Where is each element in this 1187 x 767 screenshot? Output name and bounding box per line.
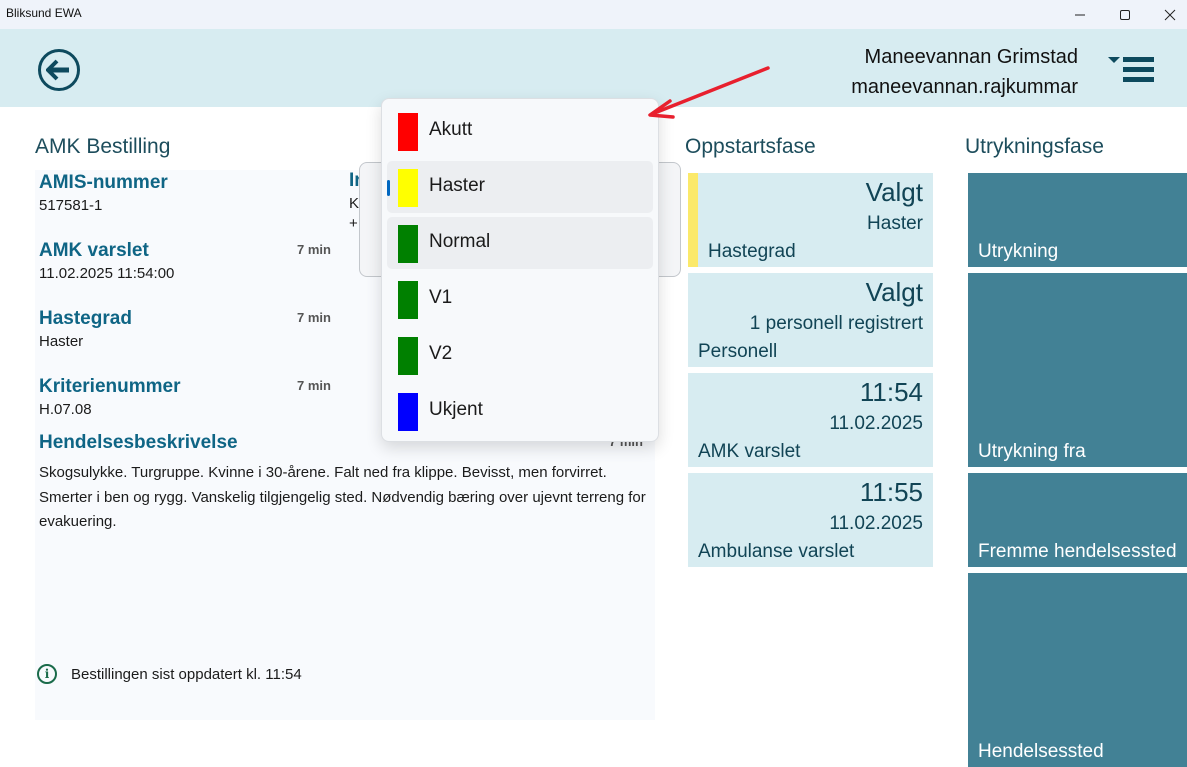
tile-date: 11.02.2025 [829, 413, 923, 434]
tile-name: Utrykning fra [978, 441, 1086, 462]
amk-section-title: AMK Bestilling [35, 135, 171, 158]
tile-name: Hendelsessted [978, 741, 1104, 762]
menu-button[interactable] [1106, 53, 1156, 85]
window-title: Bliksund EWA [6, 6, 82, 20]
field-criteria-number: Kriterienummer H.07.08 7 min [39, 376, 331, 418]
minimize-button[interactable] [1057, 0, 1103, 29]
oppstartsfase-section-title: Oppstartsfase [685, 135, 816, 158]
maximize-button[interactable] [1102, 0, 1148, 29]
field-label: Hastegrad [39, 308, 132, 329]
field-age: 7 min [297, 378, 331, 393]
arrow-left-icon [46, 59, 69, 81]
tile-detail: Haster [867, 213, 923, 234]
tile-time: 11:54 [859, 377, 923, 407]
app-header: Maneevannan Grimstad maneevannan.rajkumm… [0, 29, 1187, 107]
tile-name: Ambulanse varslet [698, 541, 855, 562]
dropdown-option-normal[interactable]: Normal [387, 217, 653, 269]
dropdown-option-ukjent[interactable]: Ukjent [387, 385, 653, 437]
utrykningsfase-section-title: Utrykningsfase [965, 135, 1104, 158]
user-login: maneevannan.rajkummar [851, 76, 1078, 98]
tile-detail: 1 personell registrert [749, 313, 923, 334]
option-label: Akutt [429, 119, 473, 140]
dropdown-option-v1[interactable]: V1 [387, 273, 653, 325]
field-age: 7 min [297, 310, 331, 325]
tile-status: Valgt [865, 177, 923, 207]
color-swatch [398, 393, 418, 431]
minimize-icon [1075, 14, 1085, 15]
field-label: Kriterienummer [39, 376, 181, 397]
option-label: V2 [429, 343, 453, 364]
urgency-dropdown-list: Akutt Haster Normal V1 V2 Ukjent [381, 98, 659, 442]
field-amk-notified: AMK varslet 11.02.2025 11:54:00 7 min [39, 240, 331, 282]
description-text: Skogsulykke. Turgruppe. Kvinne i 30-åren… [39, 464, 646, 530]
urgency-color-stripe [688, 173, 698, 267]
option-label: Ukjent [429, 399, 483, 420]
option-label: Haster [429, 175, 485, 196]
option-label: V1 [429, 287, 453, 308]
field-amis-number: AMIS-nummer 517581-1 [39, 172, 168, 214]
field-value: 517581-1 [39, 197, 103, 214]
tile-name: Hastegrad [708, 241, 796, 262]
color-swatch [398, 113, 418, 151]
tile-utrykning-fra[interactable]: Utrykning fra [968, 273, 1187, 467]
dropdown-option-v2[interactable]: V2 [387, 329, 653, 381]
field-age: 7 min [297, 242, 331, 257]
user-name: Maneevannan Grimstad [864, 46, 1078, 68]
tile-date: 11.02.2025 [829, 513, 923, 534]
last-updated-text: Bestillingen sist oppdatert kl. 11:54 [71, 665, 302, 683]
tile-ambulanse-varslet[interactable]: 11:55 11.02.2025 Ambulanse varslet [688, 473, 933, 567]
color-swatch [398, 225, 418, 263]
field-label: AMIS-nummer [39, 172, 168, 193]
tile-name: Personell [698, 341, 778, 362]
selected-indicator [387, 180, 390, 196]
dropdown-triangle-icon [1108, 57, 1120, 63]
field-value: 11.02.2025 11:54:00 [39, 265, 175, 282]
window-title-bar: Bliksund EWA [0, 0, 1187, 29]
tile-time: 11:55 [859, 477, 923, 507]
color-swatch [398, 337, 418, 375]
tile-name: Fremme hendelsessted [978, 541, 1177, 562]
hamburger-menu-icon [1123, 57, 1154, 62]
last-updated-info: i Bestillingen sist oppdatert kl. 11:54 [37, 664, 302, 684]
field-value: H.07.08 [39, 401, 92, 418]
dropdown-option-akutt[interactable]: Akutt [387, 105, 653, 157]
color-swatch [398, 169, 418, 207]
field-value: Haster [39, 333, 84, 350]
option-label: Normal [429, 231, 491, 252]
tile-amk-varslet[interactable]: 11:54 11.02.2025 AMK varslet [688, 373, 933, 467]
back-button[interactable] [38, 49, 80, 91]
tile-name: AMK varslet [698, 441, 801, 462]
close-button[interactable] [1147, 0, 1187, 29]
field-urgency: Hastegrad Haster 7 min [39, 308, 331, 350]
color-swatch [398, 281, 418, 319]
tile-name: Utrykning [978, 241, 1059, 262]
tile-fremme-hendelsessted[interactable]: Fremme hendelsessted [968, 473, 1187, 567]
tile-utrykning[interactable]: Utrykning [968, 173, 1187, 267]
dropdown-option-haster[interactable]: Haster [387, 161, 653, 213]
field-label: AMK varslet [39, 240, 149, 261]
tile-hastegrad[interactable]: Valgt Haster Hastegrad [688, 173, 933, 267]
maximize-icon [1120, 9, 1130, 20]
tile-hendelsessted[interactable]: Hendelsessted [968, 573, 1187, 767]
tile-status: Valgt [865, 277, 923, 307]
tile-personell[interactable]: Valgt 1 personell registrert Personell [688, 273, 933, 367]
info-icon: i [37, 664, 57, 684]
user-info: Maneevannan Grimstad maneevannan.rajkumm… [851, 42, 1078, 102]
close-icon [1164, 9, 1176, 20]
